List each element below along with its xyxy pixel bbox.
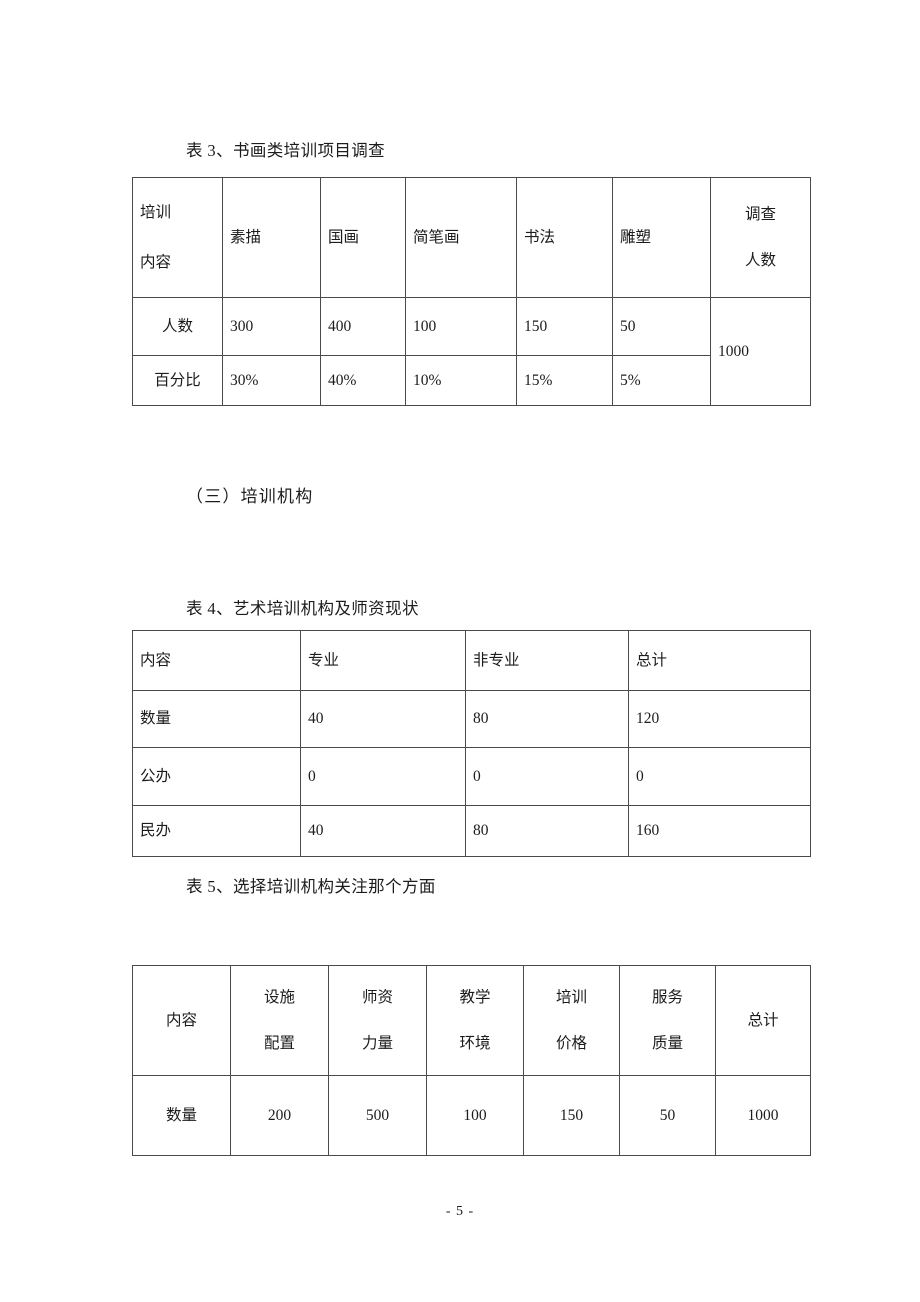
table4-header-0: 内容 bbox=[132, 630, 301, 691]
table4-row-label: 数量 bbox=[132, 690, 301, 748]
table5-row-label: 数量 bbox=[132, 1075, 231, 1156]
table4-row-label: 民办 bbox=[132, 805, 301, 857]
table3-header-col-1: 国画 bbox=[320, 177, 406, 298]
table5-header-1: 设施 配置 bbox=[230, 965, 329, 1076]
table3-cell: 400 bbox=[320, 297, 406, 356]
table5-cell: 150 bbox=[523, 1075, 620, 1156]
table4-cell: 40 bbox=[300, 805, 466, 857]
table4: 内容 专业 非专业 总计 数量 40 80 120 公办 0 0 0 民办 40… bbox=[132, 630, 811, 857]
table3-cell: 50 bbox=[612, 297, 711, 356]
table4-header-3: 总计 bbox=[628, 630, 811, 691]
table5-header-2: 师资 力量 bbox=[328, 965, 427, 1076]
table3-cell: 40% bbox=[320, 355, 406, 406]
table5-row: 数量 200 500 100 150 50 1000 bbox=[132, 1075, 811, 1156]
table4-cell: 120 bbox=[628, 690, 811, 748]
table4-row-label: 公办 bbox=[132, 747, 301, 806]
table5-cell: 100 bbox=[426, 1075, 524, 1156]
table3-header-col-0: 素描 bbox=[222, 177, 321, 298]
table3-header-col-4: 雕塑 bbox=[612, 177, 711, 298]
section-heading-training-institutions: （三）培训机构 bbox=[186, 487, 314, 506]
table5-header-6: 总计 bbox=[715, 965, 811, 1076]
table3-header-col-2: 简笔画 bbox=[405, 177, 517, 298]
table5-header-5: 服务 质量 bbox=[619, 965, 716, 1076]
table5-cell: 50 bbox=[619, 1075, 716, 1156]
table3-header-total: 调查 人数 bbox=[710, 177, 811, 298]
table5-header-3: 教学 环境 bbox=[426, 965, 524, 1076]
table4-cell: 80 bbox=[465, 690, 629, 748]
table3-header-row-label: 培训 内容 bbox=[132, 177, 223, 298]
table5-header-0: 内容 bbox=[132, 965, 231, 1076]
table3-cell: 15% bbox=[516, 355, 613, 406]
table5-header-row: 内容 设施 配置 师资 力量 教学 环境 培训 价格 服务 质量 总计 bbox=[132, 965, 811, 1076]
table4-header-row: 内容 专业 非专业 总计 bbox=[132, 630, 811, 691]
table3-header-col-3: 书法 bbox=[516, 177, 613, 298]
table5-cell: 500 bbox=[328, 1075, 427, 1156]
document-page: 表 3、书画类培训项目调查 培训 内容 素描 国画 简笔画 书法 雕塑 调查 人… bbox=[0, 0, 920, 1302]
table4-row: 公办 0 0 0 bbox=[132, 747, 811, 806]
table5: 内容 设施 配置 师资 力量 教学 环境 培训 价格 服务 质量 总计 数量 2… bbox=[132, 965, 811, 1156]
table4-cell: 80 bbox=[465, 805, 629, 857]
table3-cell: 300 bbox=[222, 297, 321, 356]
page-number: - 5 - bbox=[445, 1204, 475, 1219]
table4-cell: 160 bbox=[628, 805, 811, 857]
table3-row-label: 人数 bbox=[132, 297, 223, 356]
table4-cell: 0 bbox=[628, 747, 811, 806]
table4-cell: 0 bbox=[465, 747, 629, 806]
table3-cell: 150 bbox=[516, 297, 613, 356]
table4-header-2: 非专业 bbox=[465, 630, 629, 691]
table4-cell: 40 bbox=[300, 690, 466, 748]
table5-cell: 1000 bbox=[715, 1075, 811, 1156]
table5-caption: 表 5、选择培训机构关注那个方面 bbox=[186, 877, 436, 896]
table4-caption: 表 4、艺术培训机构及师资现状 bbox=[186, 599, 419, 618]
table3-cell: 10% bbox=[405, 355, 517, 406]
table4-header-1: 专业 bbox=[300, 630, 466, 691]
table3-header-row: 培训 内容 素描 国画 简笔画 书法 雕塑 调查 人数 bbox=[132, 177, 811, 298]
table3-total-cell: 1000 bbox=[710, 297, 811, 406]
table3-row-count: 人数 300 400 100 150 50 1000 bbox=[132, 297, 811, 406]
table3-row-percent: 百分比 30% 40% 10% 15% 5% bbox=[132, 355, 811, 406]
table5-cell: 200 bbox=[230, 1075, 329, 1156]
table4-row: 民办 40 80 160 bbox=[132, 805, 811, 857]
table4-cell: 0 bbox=[300, 747, 466, 806]
table4-row: 数量 40 80 120 bbox=[132, 690, 811, 748]
table3: 培训 内容 素描 国画 简笔画 书法 雕塑 调查 人数 人数 300 400 1… bbox=[132, 177, 811, 406]
table3-caption: 表 3、书画类培训项目调查 bbox=[186, 141, 386, 160]
table3-cell: 5% bbox=[612, 355, 711, 406]
table3-cell: 100 bbox=[405, 297, 517, 356]
table5-header-4: 培训 价格 bbox=[523, 965, 620, 1076]
table3-cell: 30% bbox=[222, 355, 321, 406]
table3-row-label: 百分比 bbox=[132, 355, 223, 406]
